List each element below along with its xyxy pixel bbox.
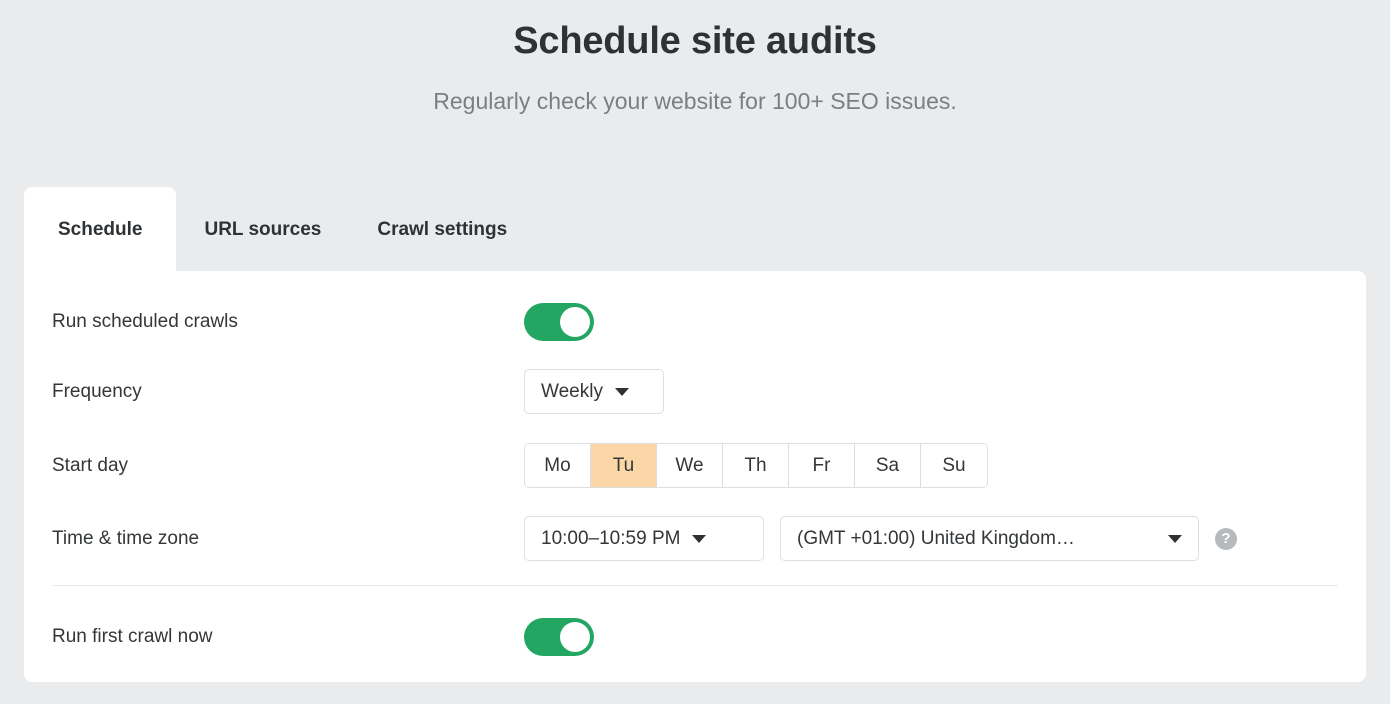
row-run-scheduled-crawls: Run scheduled crawls: [52, 303, 594, 341]
time-dropdown[interactable]: 10:00–10:59 PM: [524, 516, 764, 561]
row-run-first-crawl-now: Run first crawl now: [52, 618, 594, 656]
time-value: 10:00–10:59 PM: [541, 528, 680, 550]
toggle-run-first-crawl-now[interactable]: [524, 618, 594, 656]
day-cell-tu[interactable]: Tu: [591, 444, 657, 487]
section-divider: [52, 585, 1338, 586]
day-cell-su[interactable]: Su: [921, 444, 987, 487]
page-title: Schedule site audits: [0, 18, 1390, 64]
schedule-settings-panel: Run scheduled crawls Frequency Weekly St…: [24, 271, 1366, 682]
row-start-day: Start day Mo Tu We Th Fr Sa Su: [52, 443, 988, 488]
frequency-dropdown[interactable]: Weekly: [524, 369, 664, 414]
toggle-run-scheduled-crawls[interactable]: [524, 303, 594, 341]
page-header: Schedule site audits Regularly check you…: [0, 0, 1390, 116]
tab-schedule[interactable]: Schedule: [24, 187, 176, 272]
tab-bar: Schedule URL sources Crawl settings: [24, 187, 535, 272]
start-day-picker: Mo Tu We Th Fr Sa Su: [524, 443, 988, 488]
label-run-scheduled-crawls: Run scheduled crawls: [52, 310, 524, 334]
tab-url-sources[interactable]: URL sources: [176, 187, 349, 272]
day-cell-sa[interactable]: Sa: [855, 444, 921, 487]
help-icon[interactable]: ?: [1215, 528, 1237, 550]
day-cell-mo[interactable]: Mo: [525, 444, 591, 487]
label-start-day: Start day: [52, 454, 524, 478]
timezone-value: (GMT +01:00) United Kingdom…: [797, 528, 1075, 550]
toggle-knob: [560, 307, 590, 337]
label-frequency: Frequency: [52, 380, 524, 404]
day-cell-fr[interactable]: Fr: [789, 444, 855, 487]
row-time-and-timezone: Time & time zone 10:00–10:59 PM (GMT +01…: [52, 516, 1237, 561]
day-cell-we[interactable]: We: [657, 444, 723, 487]
chevron-down-icon: [615, 388, 629, 396]
day-cell-th[interactable]: Th: [723, 444, 789, 487]
toggle-knob: [560, 622, 590, 652]
row-frequency: Frequency Weekly: [52, 369, 664, 414]
frequency-value: Weekly: [541, 381, 603, 403]
page-subtitle: Regularly check your website for 100+ SE…: [0, 86, 1390, 116]
chevron-down-icon: [1168, 535, 1182, 543]
timezone-dropdown[interactable]: (GMT +01:00) United Kingdom…: [780, 516, 1199, 561]
tab-crawl-settings[interactable]: Crawl settings: [349, 187, 535, 272]
label-time-and-timezone: Time & time zone: [52, 527, 524, 551]
label-run-first-crawl-now: Run first crawl now: [52, 625, 524, 649]
chevron-down-icon: [692, 535, 706, 543]
